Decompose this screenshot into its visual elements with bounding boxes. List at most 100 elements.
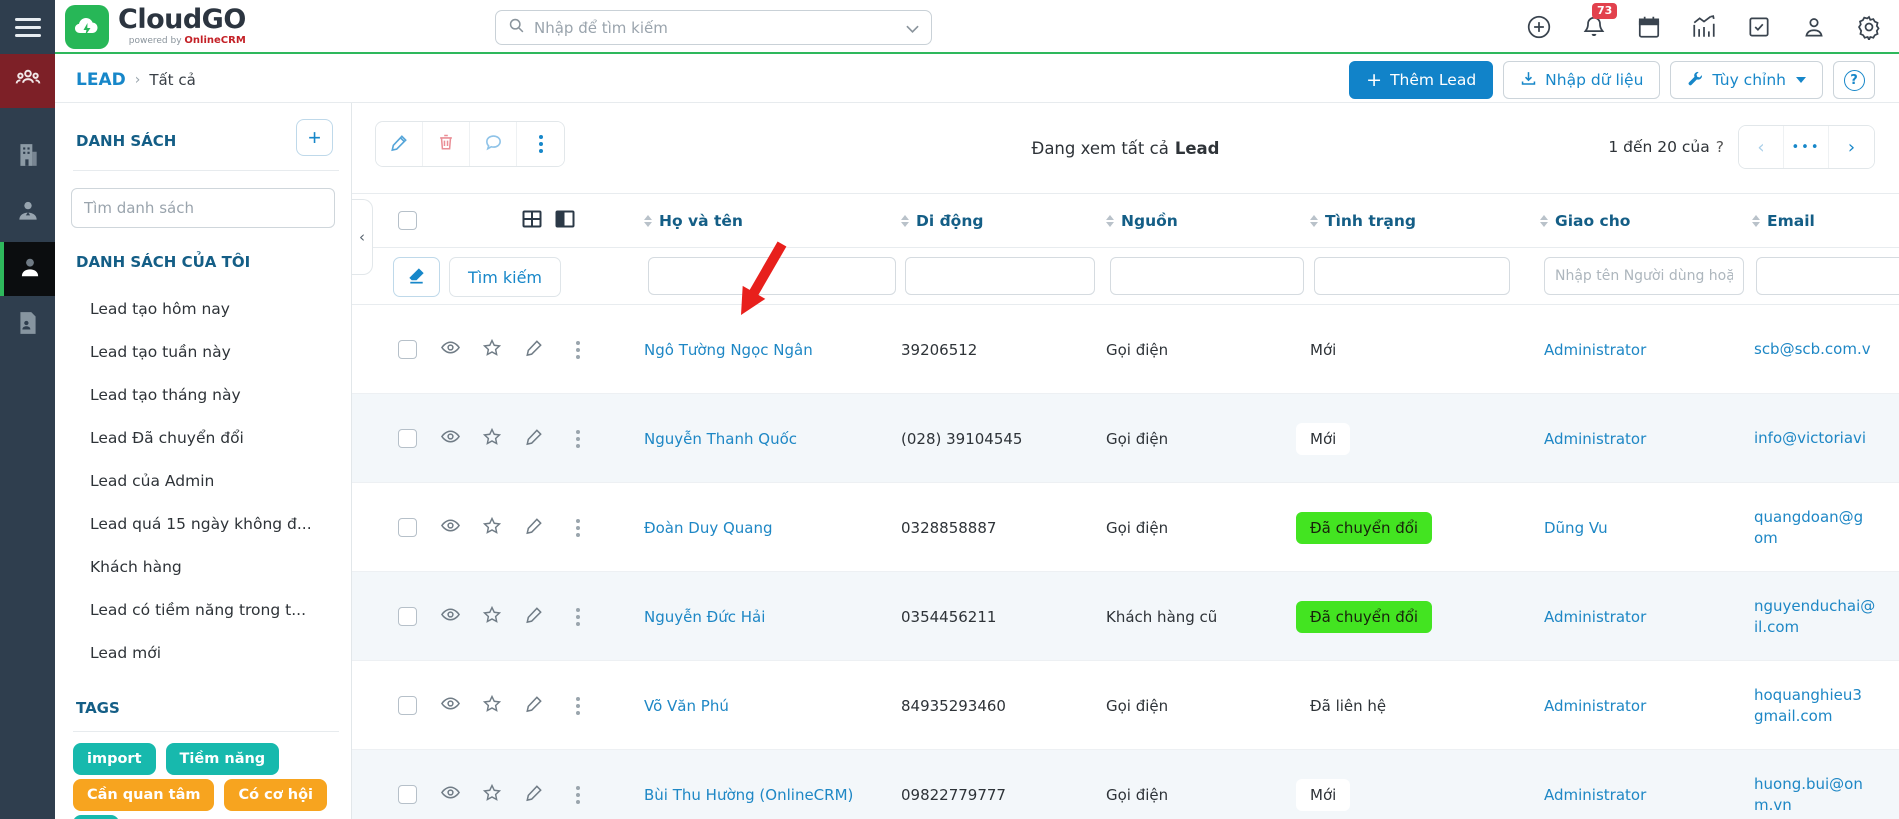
rail-item-business-contacts[interactable] (0, 186, 55, 240)
lead-assigned-link[interactable]: Administrator (1544, 608, 1646, 626)
row-more-button[interactable] (566, 661, 590, 750)
list-search-input[interactable] (71, 188, 335, 228)
comment-selected-button[interactable] (470, 122, 517, 166)
view-lead-button[interactable] (438, 305, 462, 394)
sidebar-list-item[interactable]: Lead mới (90, 632, 343, 675)
row-more-button[interactable] (566, 750, 590, 819)
lead-email[interactable]: quangdoan@gom (1754, 483, 1899, 572)
calendar-icon[interactable] (1635, 13, 1663, 41)
lead-email[interactable]: scb@scb.com.v (1754, 305, 1899, 394)
more-pages-button[interactable]: ••• (1784, 126, 1829, 168)
column-filter-input[interactable] (1110, 257, 1304, 295)
rail-item-leads[interactable] (0, 242, 55, 296)
favorite-button[interactable] (480, 483, 504, 572)
column-header[interactable]: Họ và tên (644, 194, 743, 247)
sidebar-list-item[interactable]: Lead Đã chuyển đổi (90, 417, 343, 460)
user-icon[interactable] (1800, 13, 1828, 41)
column-filter-input[interactable] (905, 257, 1095, 295)
column-header[interactable]: Email (1752, 194, 1815, 247)
column-filter-input[interactable] (1756, 257, 1899, 295)
lead-email[interactable]: hoquanghieu3gmail.com (1754, 661, 1899, 750)
lead-email[interactable]: info@victoriavi (1754, 394, 1899, 483)
settings-gear-icon[interactable] (1855, 13, 1883, 41)
import-data-button[interactable]: Nhập dữ liệu (1503, 61, 1660, 99)
edit-lead-button[interactable] (522, 572, 546, 661)
search-chevron-down-icon[interactable] (906, 18, 919, 37)
sidebar-list-item[interactable]: Lead của Admin (90, 460, 343, 503)
edit-lead-button[interactable] (522, 750, 546, 819)
next-page-button[interactable]: › (1829, 126, 1874, 168)
delete-selected-button[interactable] (423, 122, 470, 166)
row-checkbox[interactable] (398, 429, 417, 448)
favorite-button[interactable] (480, 661, 504, 750)
analytics-icon[interactable] (1690, 13, 1718, 41)
lead-name-link[interactable]: Nguyễn Thanh Quốc (644, 430, 797, 448)
sidebar-list-item[interactable]: Lead tạo tháng này (90, 374, 343, 417)
sidebar-list-item[interactable]: Lead tạo hôm nay (90, 288, 343, 331)
lead-assigned-link[interactable]: Administrator (1544, 697, 1646, 715)
lead-name-link[interactable]: Ngô Tường Ngọc Ngân (644, 341, 813, 359)
row-more-button[interactable] (566, 305, 590, 394)
edit-lead-button[interactable] (522, 483, 546, 572)
lead-email[interactable]: huong.bui@onm.vn (1754, 750, 1899, 819)
sidebar-list-item[interactable]: Lead quá 15 ngày không đ... (90, 503, 343, 546)
sidebar-collapse-tab[interactable]: ‹ (352, 199, 373, 275)
tag-pill[interactable]: Tiềm năng (166, 743, 280, 775)
customize-button[interactable]: Tùy chỉnh (1670, 61, 1823, 99)
column-header[interactable]: Nguồn (1106, 194, 1178, 247)
row-checkbox[interactable] (398, 340, 417, 359)
row-more-button[interactable] (566, 394, 590, 483)
app-logo[interactable]: CloudGO powered by OnlineCRM (65, 5, 246, 49)
edit-selected-button[interactable] (376, 122, 423, 166)
tag-pill[interactable]: Có cơ hội (224, 779, 327, 811)
column-header[interactable]: Di động (901, 194, 983, 247)
view-lead-button[interactable] (438, 394, 462, 483)
lead-assigned-link[interactable]: Administrator (1544, 341, 1646, 359)
view-lead-button[interactable] (438, 483, 462, 572)
add-list-button[interactable]: + (296, 119, 333, 156)
tasks-icon[interactable] (1745, 13, 1773, 41)
search-filters-button[interactable]: Tìm kiếm (449, 257, 561, 297)
rail-item-documents[interactable] (0, 298, 55, 352)
column-header[interactable]: Tình trạng (1310, 194, 1416, 247)
sidebar-list-item[interactable]: Lead tạo tuần này (90, 331, 343, 374)
lead-name-link[interactable]: Đoàn Duy Quang (644, 519, 773, 537)
row-more-button[interactable] (566, 483, 590, 572)
lead-assigned-link[interactable]: Dũng Vu (1544, 519, 1608, 537)
edit-lead-button[interactable] (522, 661, 546, 750)
prev-page-button[interactable]: ‹ (1739, 126, 1784, 168)
lead-name-link[interactable]: Nguyễn Đức Hải (644, 608, 765, 626)
row-checkbox[interactable] (398, 607, 417, 626)
favorite-button[interactable] (480, 394, 504, 483)
row-checkbox[interactable] (398, 785, 417, 804)
quick-add-icon[interactable] (1525, 13, 1553, 41)
column-view-icon[interactable] (553, 207, 577, 235)
lead-name-link[interactable]: Bùi Thu Hường (OnlineCRM) (644, 786, 853, 804)
pagination-total-unknown[interactable]: ? (1716, 138, 1724, 156)
row-checkbox[interactable] (398, 518, 417, 537)
help-button[interactable]: ? (1833, 61, 1875, 99)
global-search[interactable] (495, 10, 932, 45)
column-header[interactable]: Giao cho (1540, 194, 1630, 247)
view-lead-button[interactable] (438, 750, 462, 819)
rail-item-company[interactable] (0, 130, 55, 184)
clear-filters-button[interactable] (393, 257, 440, 297)
favorite-button[interactable] (480, 750, 504, 819)
lead-assigned-link[interactable]: Administrator (1544, 430, 1646, 448)
select-all-checkbox[interactable] (398, 211, 417, 230)
lead-email[interactable]: nguyenduchai@il.com (1754, 572, 1899, 661)
notifications-bell-icon[interactable]: 73 (1580, 13, 1608, 41)
tag-pill[interactable] (73, 815, 119, 819)
hamburger-menu-icon[interactable] (0, 0, 55, 54)
favorite-button[interactable] (480, 305, 504, 394)
view-lead-button[interactable] (438, 572, 462, 661)
favorite-button[interactable] (480, 572, 504, 661)
row-more-button[interactable] (566, 572, 590, 661)
column-filter-input[interactable] (1314, 257, 1510, 295)
lead-name-link[interactable]: Võ Văn Phú (644, 697, 729, 715)
view-lead-button[interactable] (438, 661, 462, 750)
row-checkbox[interactable] (398, 696, 417, 715)
global-search-input[interactable] (534, 19, 897, 37)
grid-view-icon[interactable] (520, 207, 544, 235)
edit-lead-button[interactable] (522, 394, 546, 483)
